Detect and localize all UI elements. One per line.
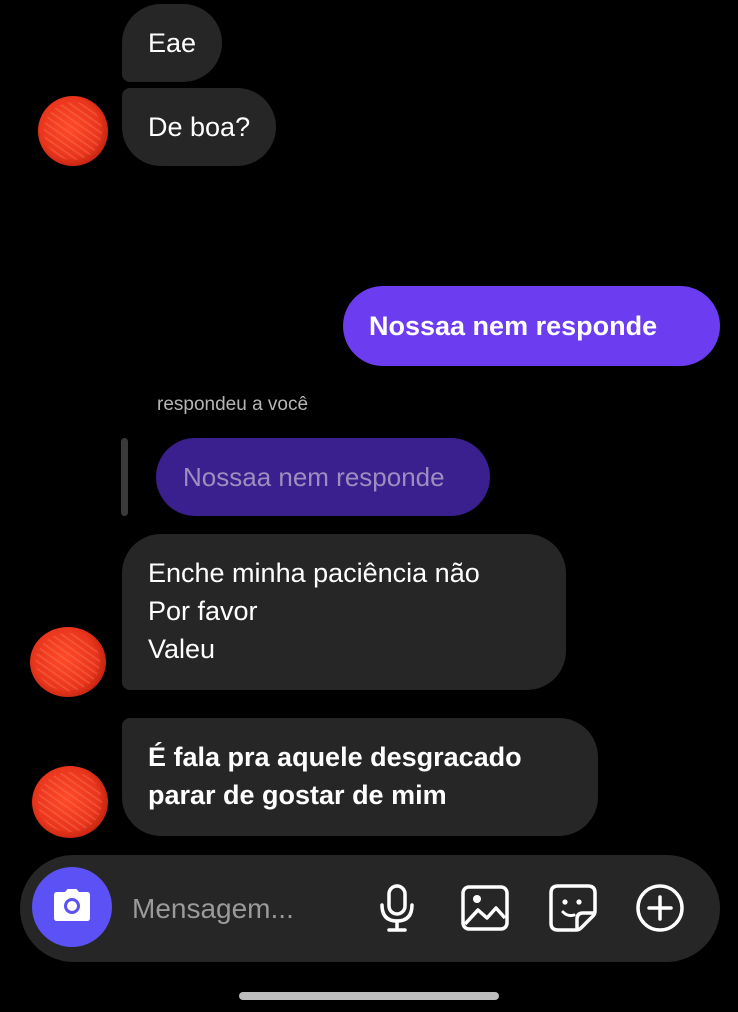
quoted-message[interactable]: Nossaa nem responde [156, 438, 490, 516]
camera-button[interactable] [32, 867, 112, 947]
message-line: É fala pra aquele desgracado [148, 742, 522, 772]
avatar[interactable] [30, 627, 106, 697]
message-bubble-incoming[interactable]: Enche minha paciência não Por favor Vale… [122, 534, 566, 690]
quoted-message-text: Nossaa nem responde [183, 462, 445, 492]
avatar[interactable] [38, 96, 108, 166]
message-input[interactable] [132, 884, 352, 934]
camera-icon [52, 888, 92, 927]
home-indicator[interactable] [239, 992, 499, 1000]
message-line: parar de gostar de mim [148, 780, 447, 810]
more-button[interactable] [634, 882, 686, 939]
gallery-button[interactable] [459, 884, 511, 936]
message-composer [20, 855, 720, 962]
message-line: Por favor [148, 596, 258, 626]
avatar[interactable] [32, 766, 108, 838]
message-bubble-incoming[interactable]: É fala pra aquele desgracado parar de go… [122, 718, 598, 836]
message-bubble-outgoing[interactable]: Nossaa nem responde [343, 286, 720, 366]
reply-label: respondeu a você [157, 394, 309, 415]
message-text: Eae [148, 28, 197, 58]
sticker-button[interactable] [547, 883, 599, 938]
plus-icon [634, 882, 686, 939]
message-bubble-incoming[interactable]: Eae [122, 4, 223, 82]
message-bubble-incoming[interactable]: De boa? [122, 88, 277, 166]
sticker-icon [548, 883, 598, 938]
image-icon [460, 884, 510, 937]
message-line: Valeu [148, 634, 216, 664]
message-line: Enche minha paciência não [148, 558, 480, 588]
reply-indicator-bar [121, 438, 128, 516]
microphone-icon [375, 883, 419, 938]
message-text: Nossaa nem responde [369, 311, 658, 341]
message-text: De boa? [148, 112, 251, 142]
microphone-button[interactable] [371, 883, 423, 938]
